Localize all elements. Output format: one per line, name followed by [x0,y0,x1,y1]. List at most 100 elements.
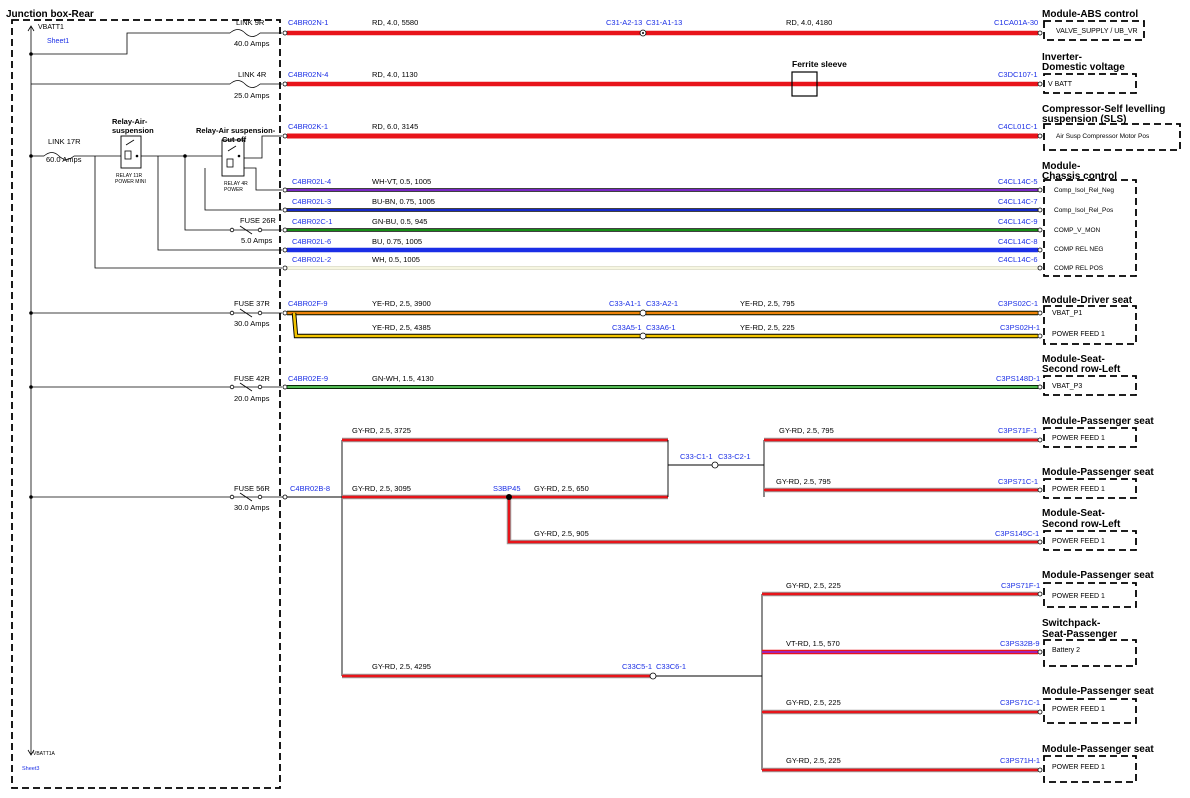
wire-abs-spec1: RD, 4.0, 5580 [372,18,418,27]
relay-4r-sub2: POWER [224,187,243,193]
vbatt-bottom-label: VBATT1A [33,751,56,757]
wire-branch-3-spec: GY-RD, 2.5, 225 [786,698,841,707]
vbatt-top-arrow-icon [27,25,35,36]
module-pass-seat-5-title: Module-Passenger seat [1042,744,1154,755]
link-17r-amps: 60.0 Amps [46,155,82,164]
wire-driver-seat-1-to: C3PS02C-1 [998,299,1038,308]
link-9r-name: LINK 9R [236,18,265,27]
fuse-26r-name: FUSE 26R [240,216,276,225]
wire-chassis-2-to: C4CL14C-7 [998,197,1038,206]
sheet-top-link[interactable]: Sheet1 [47,38,69,45]
fuse-42r-icon [229,382,263,392]
wire-compressor-to: C4CL01C-1 [998,122,1038,131]
wire-gyrd-top-spec1: GY-RD, 2.5, 3725 [352,426,411,435]
wire-chassis-1-spec: WH-VT, 0.5, 1005 [372,177,431,186]
link-4r-amps: 25.0 Amps [234,91,270,100]
module-pass-seat-4-pin: POWER FEED 1 [1052,706,1105,713]
wire-chassis-5-from: C4BR02L-2 [292,255,331,264]
wire-second-row-spec: GN-WH, 1.5, 4130 [372,374,434,383]
wire-chassis-4-from: C4BR02L-6 [292,237,331,246]
module-inverter-title2: Domestic voltage [1042,62,1125,73]
wire-abs-spec2: RD, 4.0, 4180 [786,18,832,27]
ferrite-sleeve-label: Ferrite sleeve [792,59,847,69]
sheet-bottom-link[interactable]: Sheet3 [22,766,39,772]
link-4r-fuse-icon [229,80,261,88]
wire-abs-mid2: C31-A1-13 [646,18,682,27]
wire-gyrd-mid-mid2: C33-C2-1 [718,452,751,461]
wire-driver-seat-1-spec2: YE-RD, 2.5, 795 [740,299,795,308]
wire-branch-2-spec: VT-RD, 1.5, 570 [786,639,840,648]
wire-branch-1-to: C3PS71F-1 [1001,581,1040,590]
module-second-row-pin: VBAT_P3 [1052,383,1082,390]
fuse-26r-amps: 5.0 Amps [241,236,273,245]
module-driver-seat-title: Module-Driver seat [1042,295,1133,306]
wire-branch-1-spec: GY-RD, 2.5, 225 [786,581,841,590]
module-abs-pin: VALVE_SUPPLY / UB_VR [1056,28,1138,35]
wire-driver-seat-1-mid1: C33-A1-1 [609,299,641,308]
relay-air-suspension-title-1: Relay-Air- [112,117,148,126]
module-switchpack-pin: Battery 2 [1052,647,1080,654]
fuse-37r-icon [229,308,263,318]
wire-chassis-2-spec: BU-BN, 0.75, 1005 [372,197,435,206]
wire-gyrd-mid-spec2: GY-RD, 2.5, 650 [534,484,589,493]
wire-gyrd-mid-spec1: GY-RD, 2.5, 3095 [352,484,411,493]
relay-air-suspension-title-2: suspension [112,126,154,135]
wire-abs[interactable] [287,29,1038,37]
relay-cutoff-title-1: Relay-Air suspension- [196,126,276,135]
fuse-37r-name: FUSE 37R [234,299,270,308]
wire-chassis-4-to: C4CL14C-8 [998,237,1038,246]
link-17r-name: LINK 17R [48,137,81,146]
jb-terminals [282,30,288,500]
wire-chassis-2-from: C4BR02L-3 [292,197,331,206]
wire-gyrd-bottom-spec: GY-RD, 2.5, 4295 [372,662,431,671]
wire-second-row-from: C4BR02E-9 [288,374,328,383]
wire-abs-mid1: C31-A2-13 [606,18,642,27]
wire-driver-seat-1[interactable] [287,309,1038,317]
module-chassis-pin-5: COMP REL POS [1054,265,1104,272]
wire-chassis-5-to: C4CL14C-6 [998,255,1038,264]
wire-chassis-5-spec: WH, 0.5, 1005 [372,255,420,264]
module-driver-seat-pin-2: POWER FEED 1 [1052,331,1105,338]
wire-driver-seat-1-spec1: YE-RD, 2.5, 3900 [372,299,431,308]
wire-chassis-3-from: C4BR02C-1 [292,217,332,226]
module-abs-title: Module-ABS control [1042,9,1138,20]
fuse26-feed [184,156,230,231]
wire-driver-seat-2-mid1: C33A5-1 [612,323,642,332]
wire-branch-2-to: C3PS32B-9 [1000,639,1040,648]
wire-chassis-4-spec: BU, 0.75, 1005 [372,237,422,246]
relay-cutoff-out [244,135,282,159]
wire-compressor-from: C4BR02K-1 [288,122,328,131]
relay-cutoff-title-2: Cut off [222,135,247,144]
fuse-56r-amps: 30.0 Amps [234,503,270,512]
wire-driver-seat-2-spec1: YE-RD, 2.5, 4385 [372,323,431,332]
module-chassis-pin-3: COMP_V_MON [1054,227,1101,234]
module-pass-seat-2-title: Module-Passenger seat [1042,467,1154,478]
wire-inverter-spec: RD, 4.0, 1130 [372,70,418,79]
module-pass-seat-3-title: Module-Passenger seat [1042,570,1154,581]
splice-s3bp45: S3BP45 [493,484,521,493]
wire-gyrd-bottom-mid2: C33C6-1 [656,662,686,671]
wire-gyrd-top-to: C3PS71F-1 [998,426,1037,435]
module-switchpack-title2: Seat-Passenger [1042,629,1117,640]
fuse-56r-name: FUSE 56R [234,484,270,493]
junction-box-title: Junction box-Rear [6,9,94,20]
wire-driver-seat-2-spec2: YE-RD, 2.5, 225 [740,323,795,332]
fuse-26r-icon [229,225,263,235]
module-compressor-pin: Air Susp Compressor Motor Pos [1056,133,1150,140]
module-pass-seat-3-pin: POWER FEED 1 [1052,593,1105,600]
wire-driver-seat-2-mid2: C33A6-1 [646,323,676,332]
module-pass-seat-1-title: Module-Passenger seat [1042,416,1154,427]
wire-driver-seat-1-mid2: C33-A2-1 [646,299,678,308]
wire-inverter-to: C3DC107-1 [998,70,1038,79]
wire-branch-3-to: C3PS71C-1 [1000,698,1040,707]
wire-driver-seat-1-from: C4BR02F-9 [288,299,328,308]
wire-gyrd-mid-to: C3PS71C-1 [998,477,1038,486]
wire-driver-seat-2-to: C3PS02H-1 [1000,323,1040,332]
ctrl-wire-2 [204,168,282,211]
module-second-row-title2: Second row-Left [1042,364,1121,375]
ctrl-wire-1 [244,167,282,191]
wire-second-row-to: C3PS148D-1 [996,374,1040,383]
link-9r-amps: 40.0 Amps [234,39,270,48]
module-second-row-2-title2: Second row-Left [1042,519,1121,530]
wire-gyrd-bottom-mid1: C33C5-1 [622,662,652,671]
